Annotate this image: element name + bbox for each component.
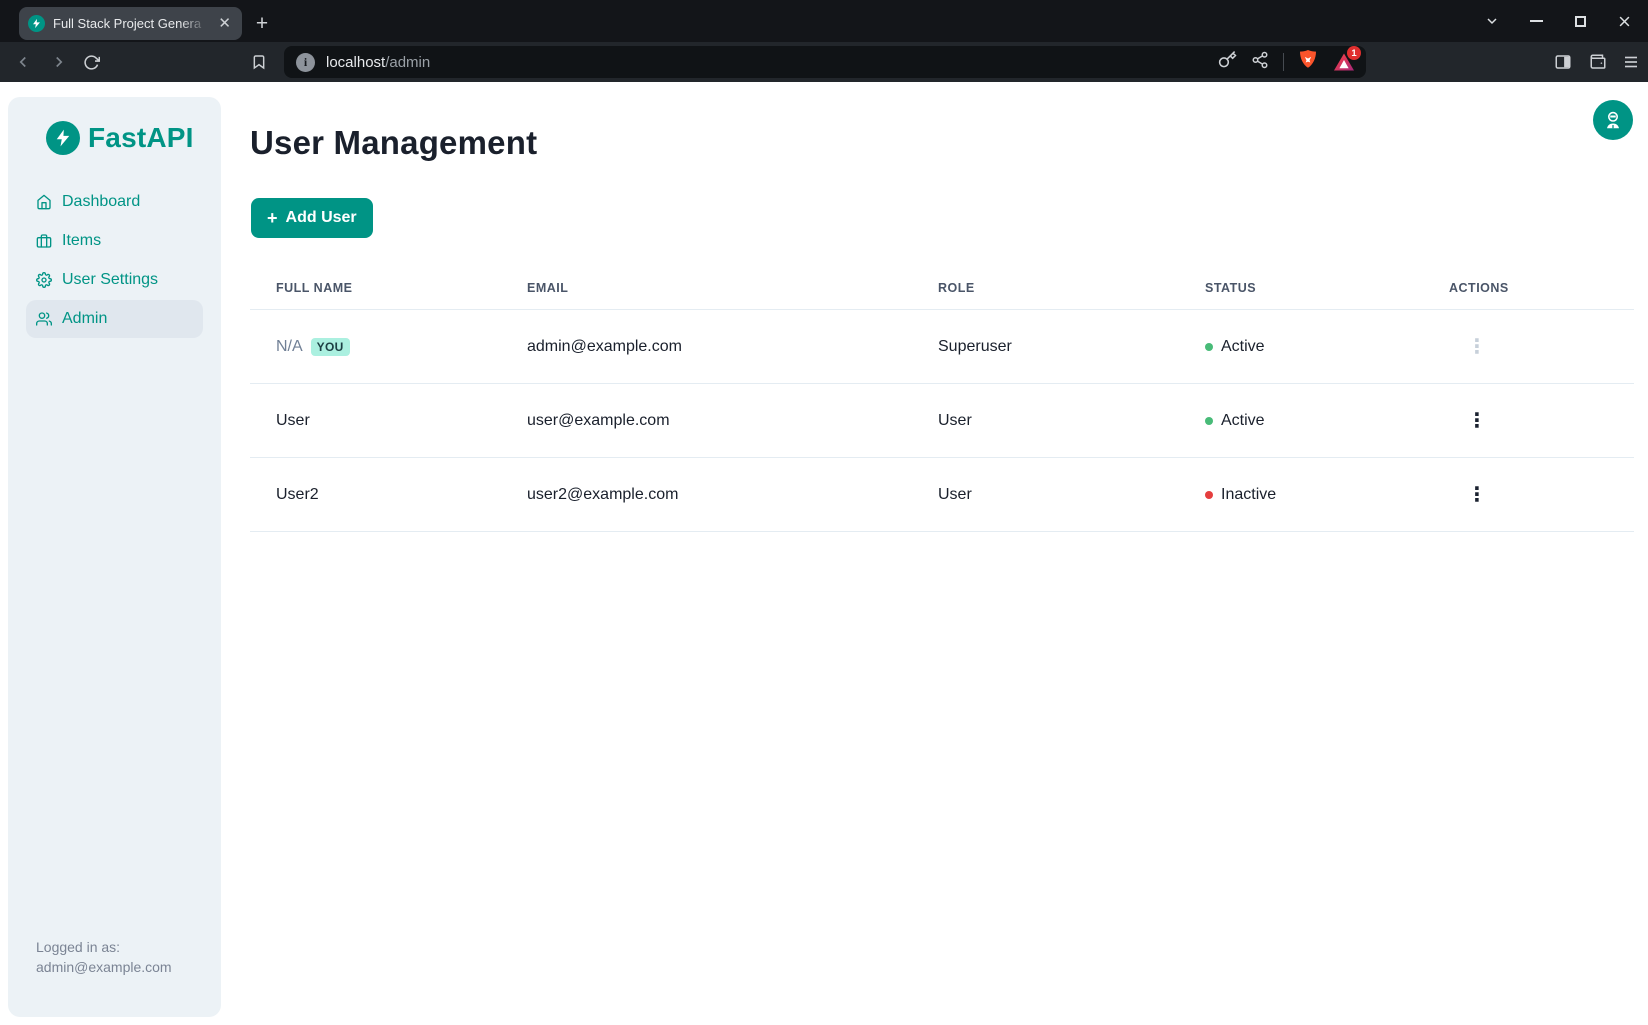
sidebar-item-dashboard[interactable]: Dashboard <box>26 183 203 221</box>
url-text: localhost/admin <box>326 54 430 71</box>
sidebar-nav: Dashboard Items User Settings Admin <box>26 183 203 338</box>
cell-actions: ⋮ <box>1423 407 1634 435</box>
user-full-name: N/A <box>276 338 303 356</box>
bookmark-icon[interactable] <box>244 47 274 77</box>
status-dot-icon <box>1205 417 1213 425</box>
status-label: Active <box>1221 412 1265 430</box>
cell-status: Active <box>1179 338 1423 356</box>
sidebar-item-admin[interactable]: Admin <box>26 300 203 338</box>
app-content: FastAPI Dashboard Items User Settings Admin… <box>0 82 1648 1025</box>
you-badge: YOU <box>311 338 350 356</box>
cell-full-name: N/A YOU <box>250 338 501 356</box>
table-header-row: FULL NAMEEMAILROLESTATUSACTIONS <box>250 266 1634 310</box>
status-label: Active <box>1221 338 1265 356</box>
address-bar[interactable]: i localhost/admin 1 <box>284 46 1366 78</box>
fastapi-favicon-icon <box>28 15 45 32</box>
page-title: User Management <box>250 124 537 162</box>
table-row: Useruser@example.comUserActive⋮ <box>250 384 1634 458</box>
side-panel-icon[interactable] <box>1548 47 1578 77</box>
sidebar-item-label: Dashboard <box>62 193 140 211</box>
sidebar-item-items[interactable]: Items <box>26 222 203 260</box>
fastapi-logo: FastAPI <box>46 121 194 155</box>
url-host: localhost <box>326 54 385 71</box>
logged-in-email: admin@example.com <box>36 957 172 977</box>
sidebar-item-label: Admin <box>62 310 107 328</box>
wallet-icon[interactable] <box>1583 47 1613 77</box>
row-actions-menu-button[interactable]: ⋮ <box>1461 481 1493 509</box>
browser-titlebar: Full Stack Project Genera ✕ + <box>0 0 1648 42</box>
sidebar: FastAPI Dashboard Items User Settings Admin… <box>8 97 221 1017</box>
cell-full-name: User2 <box>250 486 501 504</box>
cell-email: user@example.com <box>501 412 912 430</box>
brave-shield-icon[interactable] <box>1298 49 1318 76</box>
column-header-status: STATUS <box>1179 281 1423 295</box>
user-full-name: User2 <box>276 486 319 504</box>
home-icon <box>36 194 52 210</box>
user-menu-button[interactable] <box>1593 100 1633 140</box>
site-info-icon[interactable]: i <box>296 53 315 72</box>
sidebar-item-user-settings[interactable]: User Settings <box>26 261 203 299</box>
fastapi-logo-text: FastAPI <box>88 122 194 154</box>
reload-button[interactable] <box>76 47 106 77</box>
window-minimize-button[interactable] <box>1526 11 1546 31</box>
cell-actions: ⋮ <box>1423 481 1634 509</box>
status-label: Inactive <box>1221 486 1276 504</box>
browser-menu-icon[interactable] <box>1616 47 1646 77</box>
logged-in-as: Logged in as: admin@example.com <box>36 937 172 977</box>
share-icon[interactable] <box>1251 51 1269 74</box>
fastapi-logo-icon <box>46 121 80 155</box>
browser-toolbar: i localhost/admin 1 <box>0 42 1648 82</box>
table-row: N/A YOU admin@example.comSuperuser Active ⋮ <box>250 310 1634 384</box>
column-header-role: ROLE <box>912 281 1179 295</box>
cell-status: Inactive <box>1179 486 1423 504</box>
user-full-name: User <box>276 412 310 430</box>
table-body: N/AYOUadmin@example.comSuperuserActive⋮U… <box>250 310 1634 532</box>
forward-button[interactable] <box>44 47 74 77</box>
status-dot-icon <box>1205 343 1213 351</box>
users-icon <box>36 311 52 327</box>
cell-role: User <box>912 486 1179 504</box>
table-row: User2 user2@example.comUser Inactive ⋮ <box>250 458 1634 532</box>
sidebar-item-label: User Settings <box>62 271 158 289</box>
cell-status: Active <box>1179 412 1423 430</box>
cell-full-name: User <box>250 412 501 430</box>
toolbar-divider <box>1283 53 1284 71</box>
rewards-badge-count: 1 <box>1347 46 1361 60</box>
window-chevron-down-icon[interactable] <box>1482 11 1502 31</box>
cell-role: Superuser <box>912 338 1179 356</box>
user-table: FULL NAMEEMAILROLESTATUSACTIONS N/A YOU ad… <box>250 266 1634 532</box>
window-maximize-button[interactable] <box>1570 11 1590 31</box>
brave-rewards-icon[interactable]: 1 <box>1332 50 1356 74</box>
add-user-button[interactable]: + Add User <box>251 198 373 238</box>
tab-title: Full Stack Project Genera <box>53 16 208 31</box>
gear-icon <box>36 272 52 288</box>
column-header-full-name: FULL NAME <box>250 281 501 295</box>
browser-tab[interactable]: Full Stack Project Genera ✕ <box>19 7 242 40</box>
url-path: /admin <box>385 54 430 71</box>
plus-icon: + <box>267 209 278 227</box>
add-user-label: Add User <box>286 209 357 227</box>
tab-close-icon[interactable]: ✕ <box>216 14 233 33</box>
row-actions-menu-button[interactable]: ⋮ <box>1461 407 1493 435</box>
cell-email: user2@example.com <box>501 486 912 504</box>
passwords-key-icon[interactable] <box>1218 50 1237 74</box>
status-dot-icon <box>1205 491 1213 499</box>
cell-role: User <box>912 412 1179 430</box>
column-header-email: EMAIL <box>501 281 912 295</box>
user-avatar-icon <box>1602 109 1624 131</box>
back-button[interactable] <box>8 47 38 77</box>
sidebar-item-label: Items <box>62 232 101 250</box>
window-close-button[interactable] <box>1614 11 1634 31</box>
new-tab-button[interactable]: + <box>248 10 276 38</box>
cell-email: admin@example.com <box>501 338 912 356</box>
logged-in-label: Logged in as: <box>36 937 172 957</box>
row-actions-menu-button: ⋮ <box>1461 333 1493 361</box>
column-header-actions: ACTIONS <box>1423 281 1634 295</box>
cell-actions: ⋮ <box>1423 333 1634 361</box>
briefcase-icon <box>36 233 52 249</box>
